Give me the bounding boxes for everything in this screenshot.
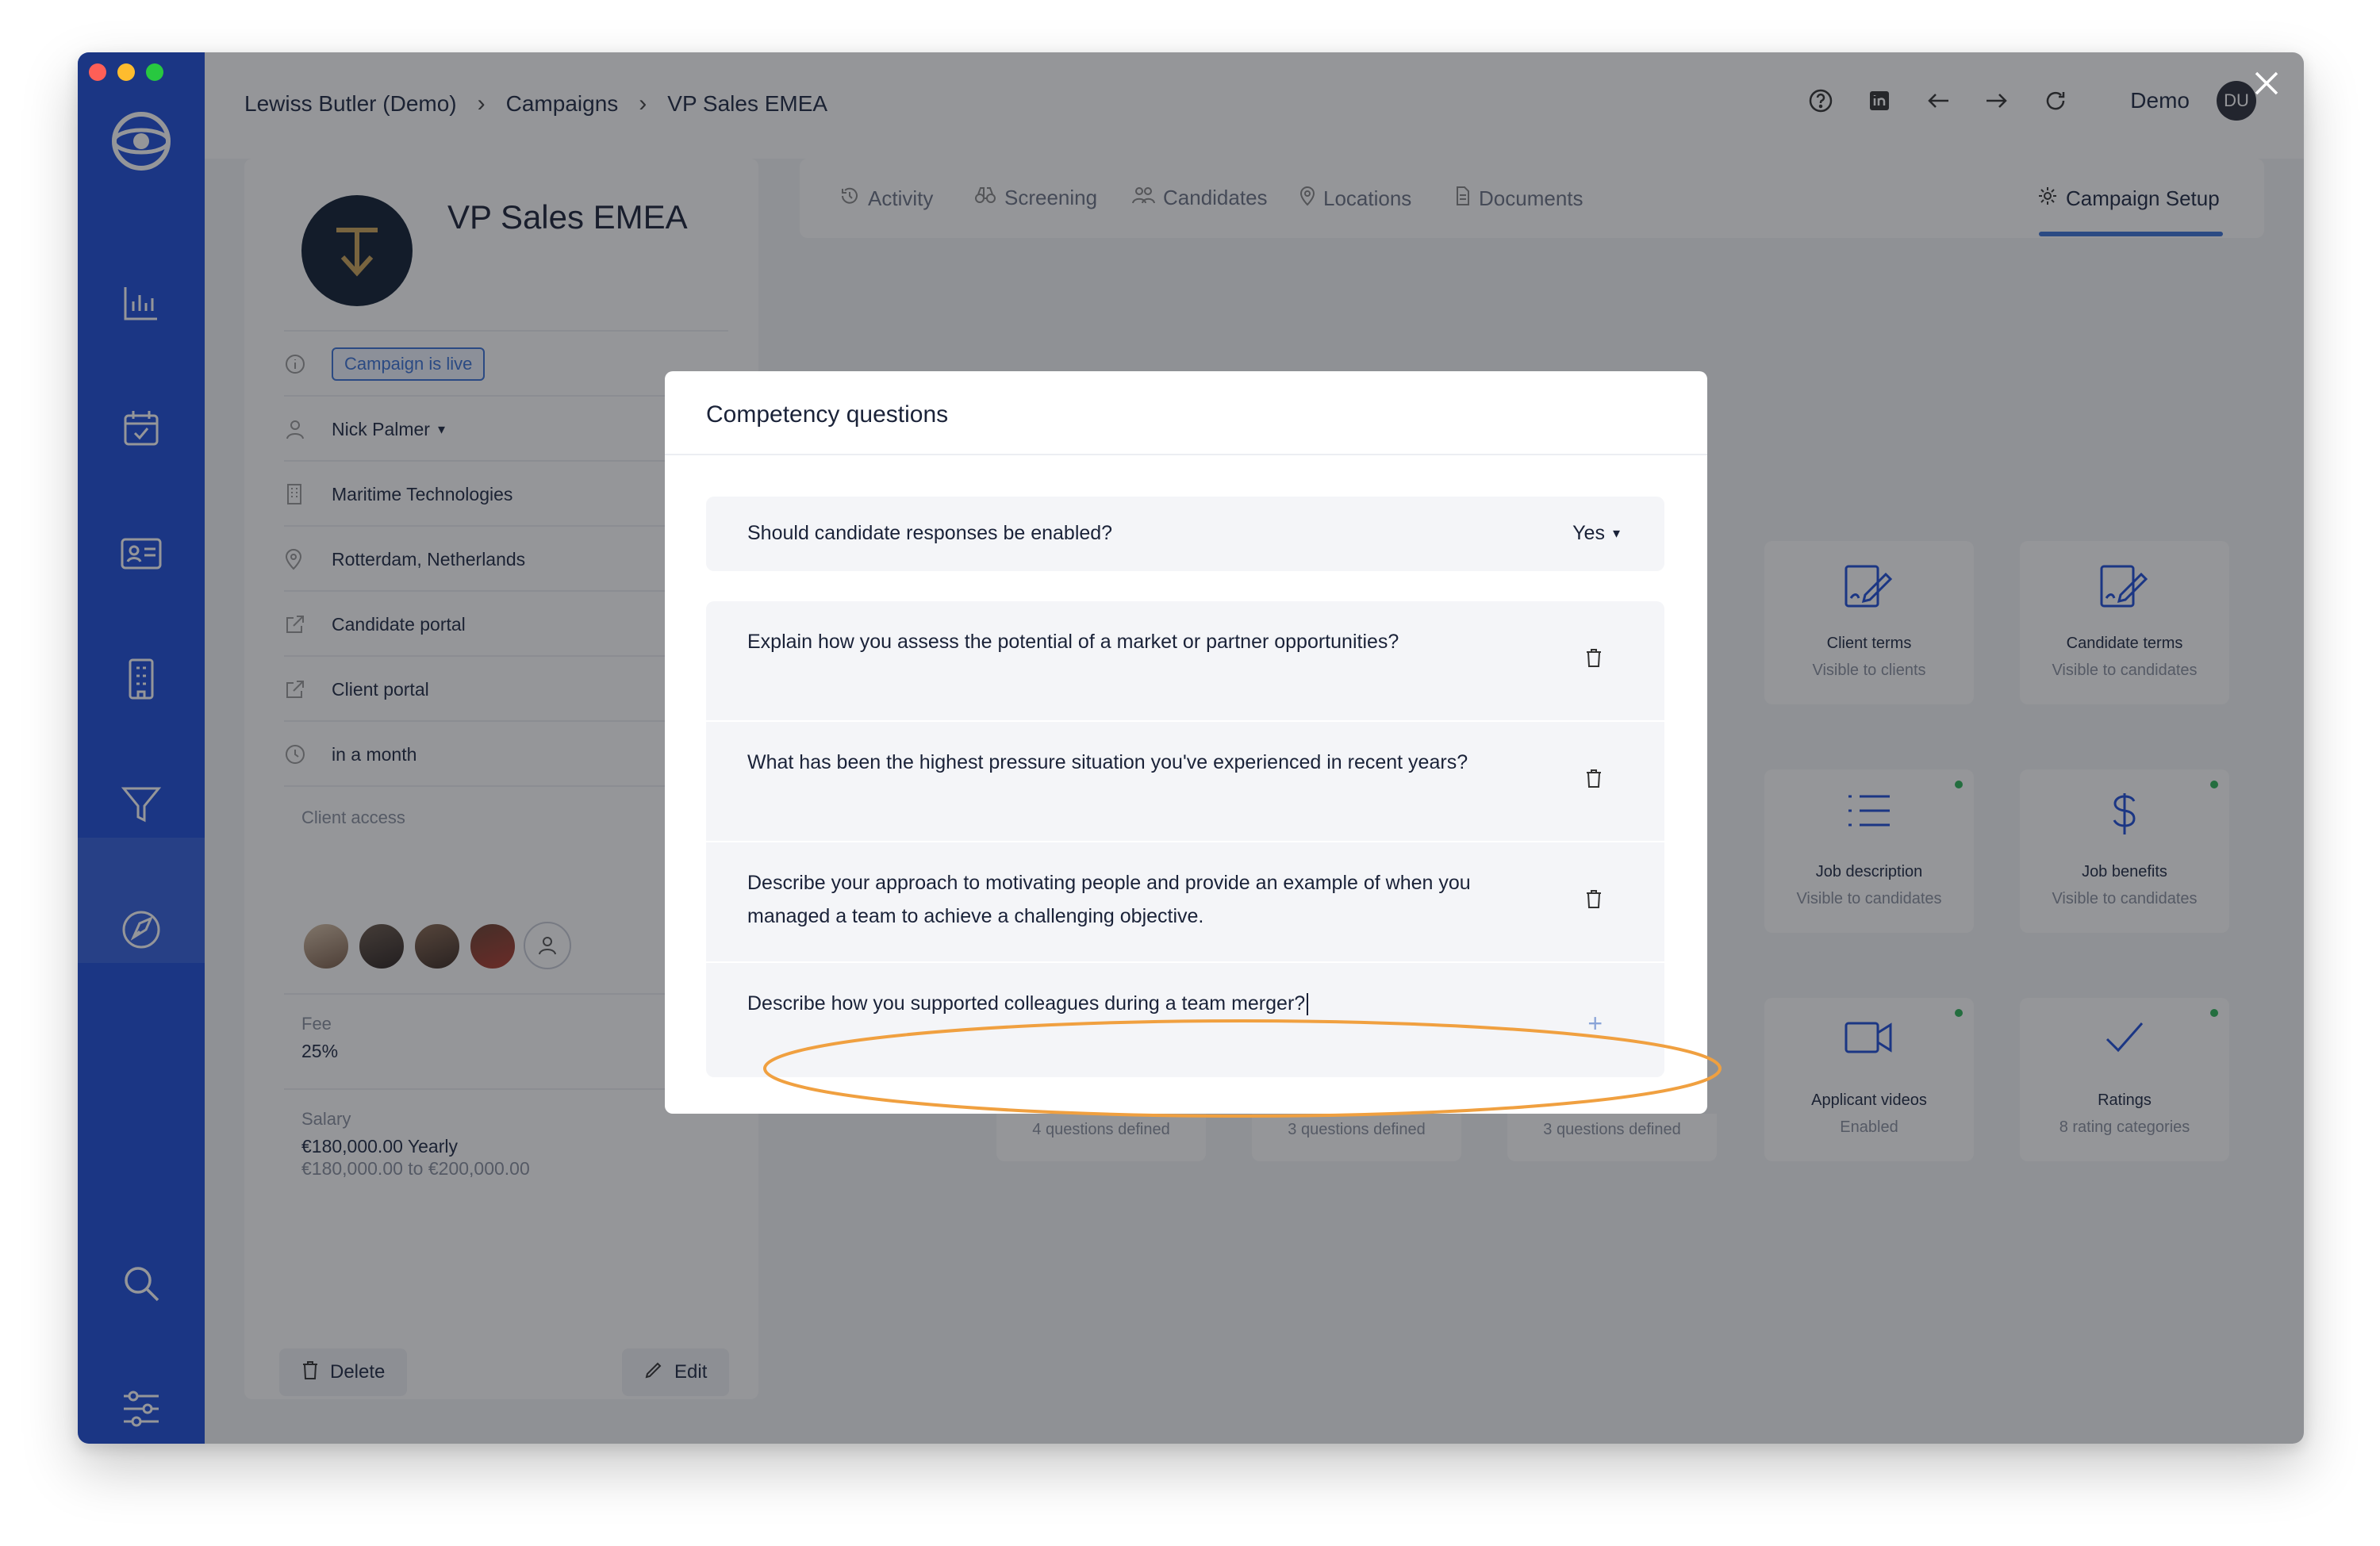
trash-icon[interactable]: [1585, 647, 1603, 672]
add-question-button[interactable]: +: [1587, 1009, 1603, 1038]
select-value: Yes: [1572, 522, 1605, 544]
new-question-input[interactable]: Describe how you supported colleagues du…: [747, 987, 1509, 1020]
question-text[interactable]: Explain how you assess the potential of …: [747, 625, 1509, 658]
question-text[interactable]: Describe your approach to motivating peo…: [747, 866, 1509, 933]
app-window: Lewiss Butler (Demo) › Campaigns › VP Sa…: [78, 52, 2304, 1444]
enable-responses-row: Should candidate responses be enabled? Y…: [706, 497, 1664, 571]
chevron-down-icon: ▾: [1612, 525, 1620, 541]
enable-responses-select[interactable]: Yes ▾: [1572, 522, 1620, 545]
trash-icon[interactable]: [1585, 888, 1603, 913]
trash-icon[interactable]: [1585, 768, 1603, 792]
minimize-window-button[interactable]: [117, 63, 135, 81]
modal-title: Competency questions: [706, 401, 949, 428]
zoom-window-button[interactable]: [146, 63, 163, 81]
close-icon[interactable]: [2253, 70, 2280, 101]
enable-responses-label: Should candidate responses be enabled?: [747, 522, 1113, 544]
new-question-row: Describe how you supported colleagues du…: [706, 963, 1664, 1077]
list-item[interactable]: What has been the highest pressure situa…: [706, 722, 1664, 842]
close-window-button[interactable]: [89, 63, 106, 81]
list-item[interactable]: Describe your approach to motivating peo…: [706, 842, 1664, 963]
text-cursor: [1307, 993, 1309, 1016]
input-value: Describe how you supported colleagues du…: [747, 992, 1306, 1015]
questions-list: Explain how you assess the potential of …: [706, 601, 1664, 1077]
competency-questions-modal: Competency questions Should candidate re…: [665, 371, 1707, 1114]
question-text[interactable]: What has been the highest pressure situa…: [747, 746, 1509, 779]
divider: [665, 454, 1707, 455]
window-controls: [89, 63, 163, 81]
list-item[interactable]: Explain how you assess the potential of …: [706, 601, 1664, 722]
